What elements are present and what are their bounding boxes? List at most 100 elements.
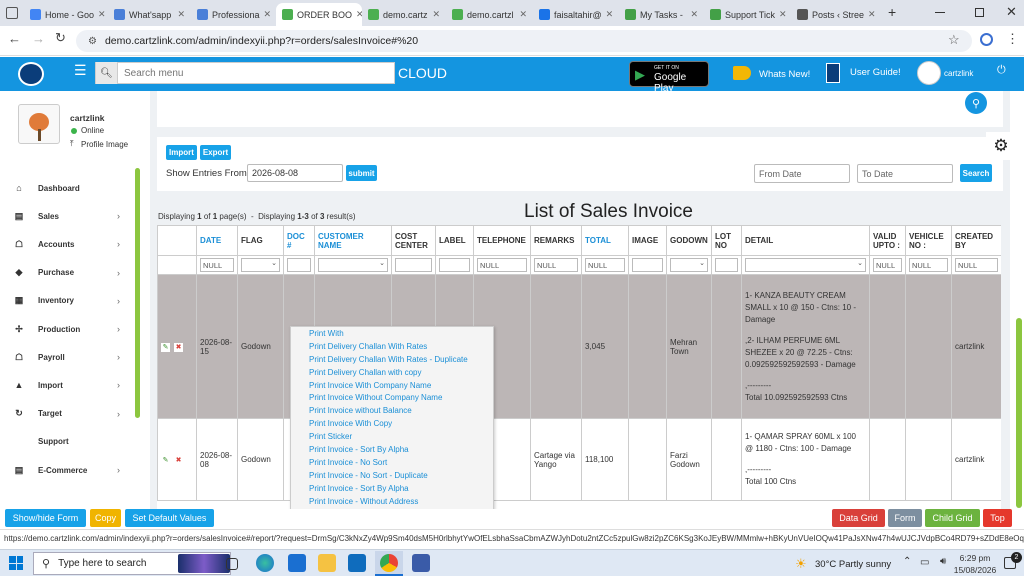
delete-icon[interactable]: ✖: [174, 455, 183, 465]
export-button[interactable]: Export: [200, 145, 231, 160]
submit-button[interactable]: submit: [346, 165, 377, 181]
set-default-values-button[interactable]: Set Default Values: [125, 509, 214, 527]
sidebar-item-payroll[interactable]: ☖ Payroll ›: [0, 343, 140, 371]
filter-select[interactable]: ⌄: [745, 258, 866, 272]
print-menu-item[interactable]: Print Delivery Challan with copy: [291, 367, 493, 380]
url-field[interactable]: ⚙ demo.cartzlink.com/admin/indexyii.php?…: [76, 30, 972, 52]
browser-tab[interactable]: demo.cartz ✕: [362, 3, 446, 26]
to-date-input[interactable]: To Date: [857, 164, 953, 183]
filter-select[interactable]: ⌄: [241, 258, 280, 272]
filter-select[interactable]: ⌄: [318, 258, 388, 272]
file-explorer-icon[interactable]: [318, 554, 336, 572]
print-menu-item[interactable]: Print Delivery Challan With Rates - Dupl…: [291, 354, 493, 367]
store-icon[interactable]: [288, 554, 306, 572]
clock-time[interactable]: 6:29 pm: [956, 553, 994, 563]
sidebar-item-sales[interactable]: ▤ Sales ›: [0, 202, 140, 230]
filter-input[interactable]: NULL: [200, 258, 234, 272]
profile-image-link[interactable]: Profile Image: [81, 140, 128, 149]
table-row[interactable]: ✎ ✖ 2026-08-15 Godown 3,045 Mehran Town 1- KAN…: [157, 274, 1001, 419]
filter-input[interactable]: [715, 258, 738, 272]
show-hide-form-button[interactable]: Show/hide Form: [5, 509, 86, 527]
browser-tab[interactable]: My Tasks - ✕: [619, 3, 704, 26]
profile-icon[interactable]: [980, 33, 993, 46]
column-header[interactable]: TOTAL: [581, 225, 629, 256]
filter-input[interactable]: NULL: [585, 258, 625, 272]
show-entries-date-input[interactable]: 2026-08-08: [247, 164, 343, 182]
tab-close-icon[interactable]: ✕: [779, 9, 787, 20]
back-icon[interactable]: ←: [8, 31, 21, 46]
column-header[interactable]: CUSTOMER NAME: [314, 225, 392, 256]
print-menu-item[interactable]: Print Invoice - Sort By Alpha: [291, 444, 493, 457]
tab-close-icon[interactable]: ✕: [432, 9, 440, 20]
new-tab-button[interactable]: +: [888, 4, 896, 20]
weather-text[interactable]: 30°C Partly sunny: [815, 559, 891, 570]
task-view-icon[interactable]: [226, 558, 238, 570]
outlook-icon[interactable]: [348, 554, 366, 572]
filter-input[interactable]: [395, 258, 432, 272]
tab-close-icon[interactable]: ✕: [98, 9, 106, 20]
clock-date[interactable]: 15/08/2026: [951, 565, 999, 575]
browser-tab[interactable]: Support Tick ✕: [704, 3, 791, 26]
from-date-input[interactable]: From Date: [754, 164, 850, 183]
search-icon[interactable]: 🔍︎: [96, 62, 118, 84]
account-avatar[interactable]: [917, 61, 941, 85]
right-scrollbar[interactable]: [1016, 318, 1022, 508]
child-grid-button[interactable]: Child Grid: [925, 509, 980, 527]
sidebar-item-production[interactable]: ✢ Production ›: [0, 315, 140, 343]
print-menu-item[interactable]: Print Invoice With Company Name: [291, 380, 493, 393]
reload-icon[interactable]: ↻: [55, 30, 66, 46]
search-button[interactable]: Search: [960, 164, 992, 182]
user-guide-link[interactable]: User Guide!: [850, 67, 901, 78]
filter-input[interactable]: [287, 258, 311, 272]
delete-icon[interactable]: ✖: [174, 342, 183, 352]
sidebar-item-e-commerce[interactable]: ▤ E-Commerce ›: [0, 456, 140, 484]
edit-icon[interactable]: ✎: [161, 342, 170, 352]
column-header[interactable]: DOC #: [283, 225, 315, 256]
sidebar-item-support[interactable]: Support: [0, 428, 140, 456]
tab-close-icon[interactable]: ✕: [606, 9, 614, 20]
chrome-icon[interactable]: [380, 554, 398, 572]
filter-input[interactable]: NULL: [873, 258, 902, 272]
site-info-icon[interactable]: ⚙: [88, 36, 97, 47]
tab-close-icon[interactable]: ✕: [177, 9, 185, 20]
account-name[interactable]: cartzlink: [944, 69, 973, 78]
edit-icon[interactable]: ✎: [161, 455, 170, 465]
print-menu-item[interactable]: Print With: [291, 328, 493, 341]
hamburger-menu-icon[interactable]: ☰: [74, 62, 87, 79]
whats-new-link[interactable]: Whats New!: [759, 69, 810, 80]
edge-icon[interactable]: [256, 554, 274, 572]
browser-tab[interactable]: demo.cartzl ✕: [446, 3, 533, 26]
tray-chevron-icon[interactable]: ⌃: [903, 556, 911, 567]
sidebar-item-target[interactable]: ↻ Target ›: [0, 400, 140, 428]
volume-icon[interactable]: 🔊︎: [940, 556, 946, 567]
megaphone-icon[interactable]: [733, 66, 751, 80]
user-guide-icon[interactable]: [826, 63, 840, 83]
sidebar-scrollbar[interactable]: [135, 168, 140, 418]
filter-input[interactable]: NULL: [534, 258, 578, 272]
filter-input[interactable]: NULL: [909, 258, 948, 272]
settings-gear-icon[interactable]: ⚙: [986, 132, 1016, 160]
sidebar-item-dashboard[interactable]: ⌂ Dashboard: [0, 174, 140, 202]
copy-button[interactable]: Copy: [90, 509, 121, 527]
browser-tab[interactable]: Home - Goo ✕: [24, 3, 108, 26]
print-menu-item[interactable]: Print Invoice without Balance: [291, 405, 493, 418]
browser-tab[interactable]: faisaltahir@ ✕: [533, 3, 619, 26]
brand-logo[interactable]: [18, 62, 44, 86]
filter-input[interactable]: [632, 258, 663, 272]
network-icon[interactable]: ▭: [920, 557, 929, 568]
browser-tab[interactable]: Posts ‹ Stree ✕: [791, 3, 877, 26]
power-icon[interactable]: ⏻: [997, 64, 1006, 77]
print-menu-item[interactable]: Print Invoice - Sort By Alpha: [291, 483, 493, 496]
minimize-icon[interactable]: [935, 12, 945, 13]
close-window-icon[interactable]: ✕: [1006, 4, 1017, 20]
google-play-badge[interactable]: ▶ GET IT ON Google Play: [629, 61, 709, 94]
restore-icon[interactable]: [975, 8, 984, 17]
print-menu-item[interactable]: Print Invoice - No Sort: [291, 457, 493, 470]
sidebar-item-purchase[interactable]: ◆ Purchase ›: [0, 259, 140, 287]
taskbar-search[interactable]: ⚲ Type here to search: [33, 552, 231, 575]
browser-tab[interactable]: ORDER BOO ✕: [276, 3, 362, 26]
browser-tab[interactable]: What'sapp ✕: [108, 3, 191, 26]
filter-input[interactable]: NULL: [955, 258, 998, 272]
sidebar-item-import[interactable]: ▲ Import ›: [0, 371, 140, 399]
print-menu-item[interactable]: Print Invoice Without Company Name: [291, 392, 493, 405]
